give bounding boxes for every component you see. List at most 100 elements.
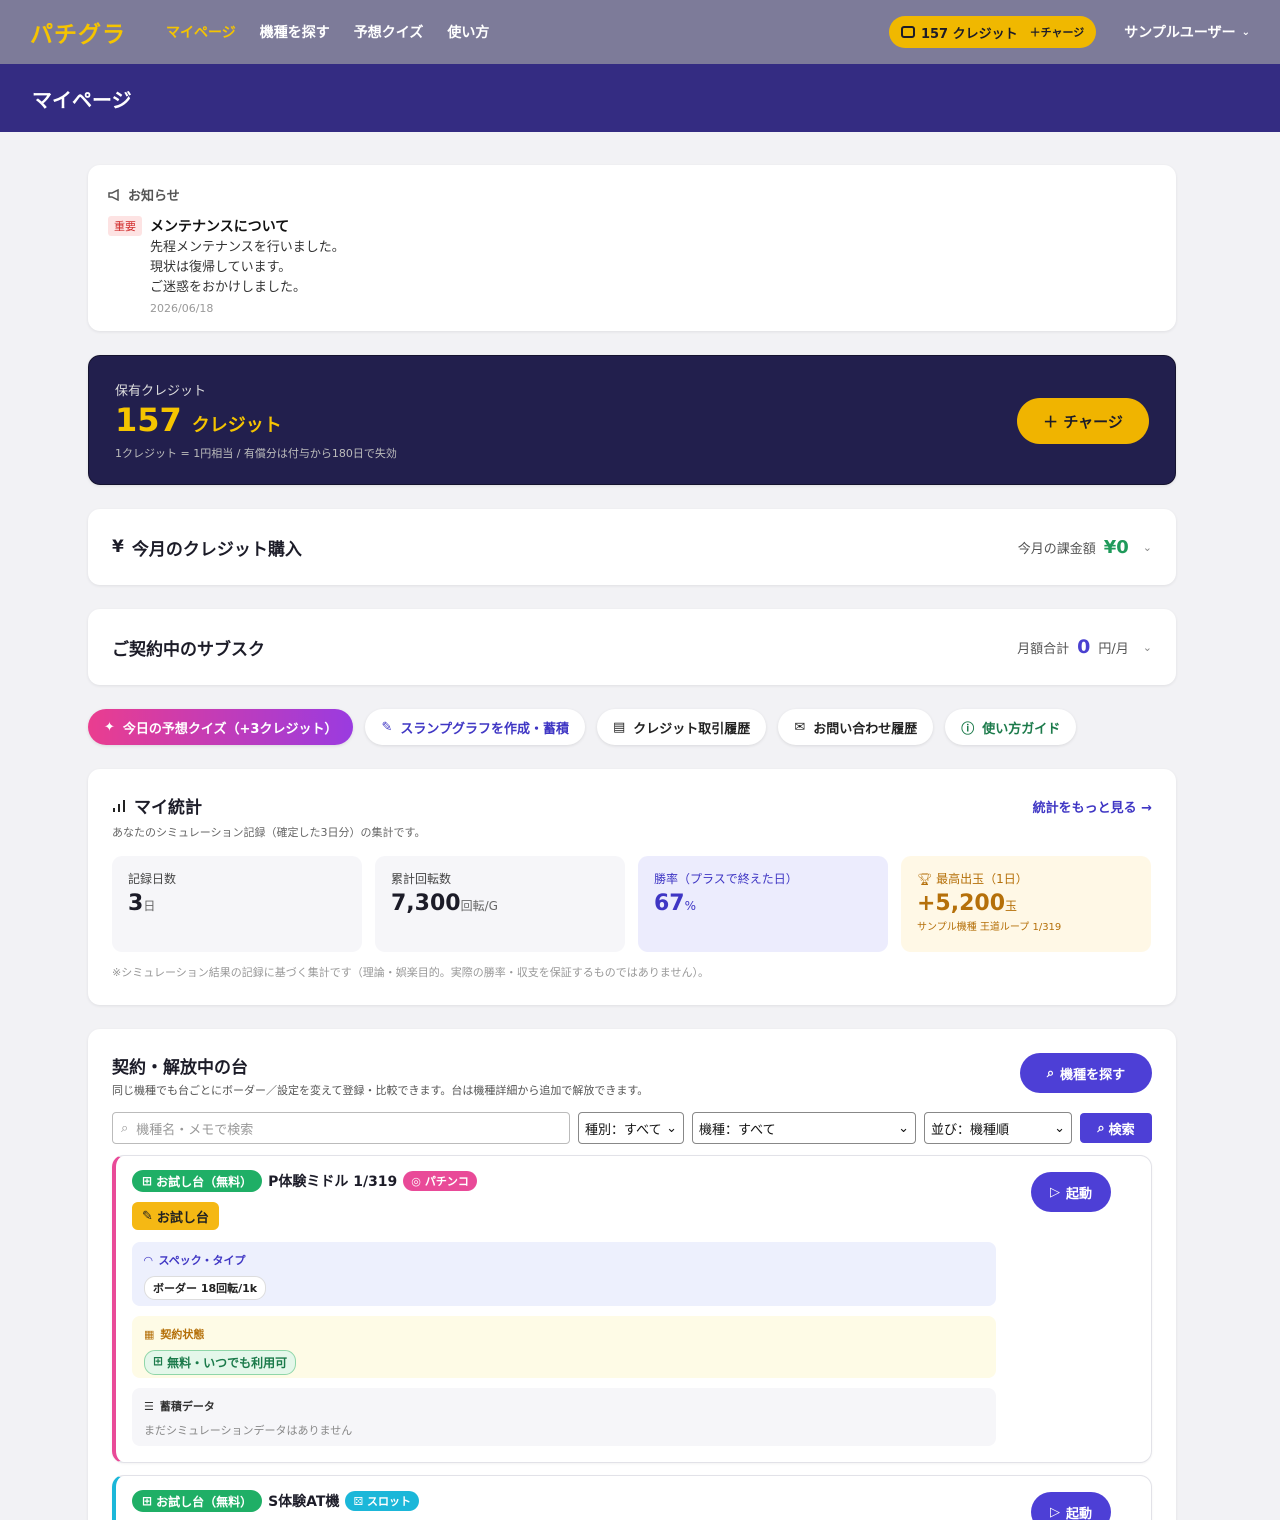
stats-title: マイ統計: [112, 793, 1152, 818]
notice-body: 先程メンテナンスを行いました。 現状は復帰しています。 ご迷惑をおかけしました。: [150, 238, 345, 298]
subscription-title: ご契約中のサブスク: [112, 639, 265, 660]
find-machines-label: 機種を探す: [1060, 1067, 1126, 1083]
credit-note: 1クレジット = 1円相当 / 有償分は付与から180日で失効: [115, 447, 397, 460]
stat-value: +5,200玉: [917, 891, 1135, 916]
type-select[interactable]: 種別：すべて ⌄: [578, 1112, 684, 1144]
stat-label: 累計回転数: [391, 872, 452, 886]
search-button[interactable]: ⌕ 検索: [1080, 1113, 1152, 1143]
notice-date: 2026/06/18: [150, 302, 214, 315]
inquiry-history-chip[interactable]: ✉ お問い合わせ履歴: [778, 709, 934, 745]
contract-value-text: 無料・いつでも利用可: [167, 1356, 288, 1370]
accum-label-text: 蓄積データ: [159, 1400, 215, 1413]
stat-value: 7,300回転/G: [391, 891, 609, 916]
nav-link-quiz[interactable]: 予想クイズ: [354, 22, 424, 42]
spec-value: ボーダー 18回転/1k: [144, 1276, 267, 1300]
search-icon: ⌕: [1046, 1065, 1055, 1081]
help-circle-icon: ⓘ: [961, 721, 975, 737]
quiz-chip[interactable]: ✦ 今日の予想クイズ（+3クレジット）: [88, 709, 354, 745]
launch-button[interactable]: ▷ 起動: [1031, 1172, 1111, 1212]
purchase-right-label: 今月の課金額: [1017, 541, 1096, 557]
nav-link-howto[interactable]: 使い方: [447, 22, 489, 42]
launch-button[interactable]: ▷ 起動: [1031, 1492, 1111, 1520]
trophy-icon: 🏆︎: [917, 872, 933, 886]
pencil-icon: ✎: [381, 719, 393, 735]
launch-label: 起動: [1065, 1506, 1092, 1520]
stat-win-rate: 勝率（プラスで終えた日） 67%: [638, 856, 888, 952]
kind-badge: ◎ パチンコ: [403, 1171, 477, 1191]
stat-value: 67%: [654, 891, 872, 916]
chevron-down-icon: ⌄: [1142, 640, 1152, 654]
accum-value: まだシミュレーションデータはありません: [144, 1424, 353, 1437]
machines-title: 契約・解放中の台: [112, 1058, 248, 1078]
wallet-icon: [900, 26, 915, 38]
machines-card: 契約・解放中の台 同じ機種でも台ごとにボーダー／設定を変えて登録・比較できます。…: [88, 1029, 1176, 1520]
nav-link-mypage[interactable]: マイページ: [166, 22, 236, 42]
gift-icon: ⊞: [142, 1174, 153, 1188]
credit-amount-value: 157: [115, 401, 182, 439]
database-icon: ☰: [144, 1399, 154, 1413]
guide-chip[interactable]: ⓘ 使い方ガイド: [945, 709, 1077, 745]
stats-title-text: マイ統計: [134, 798, 202, 818]
memo-badge[interactable]: ✎ お試し台: [132, 1202, 219, 1230]
credit-pill-charge: ＋チャージ: [1029, 26, 1085, 39]
credit-pill-amount: 157 クレジット: [920, 26, 1018, 42]
credit-history-chip-label: クレジット取引履歴: [633, 721, 751, 737]
find-machines-button[interactable]: ⌕ 機種を探す: [1020, 1053, 1152, 1093]
action-chips: ✦ 今日の予想クイズ（+3クレジット） ✎ スランプグラフを作成・蓄積 ▤ クレ…: [88, 709, 1077, 745]
stats-subtitle: あなたのシミュレーション記録（確定した3日分）の集計です。: [112, 826, 426, 839]
machine-header: ⊞ お試し台（無料） S体験AT機 ⚄ スロット: [132, 1490, 420, 1512]
notice-title: メンテナンスについて: [150, 219, 290, 235]
trial-badge-label: お試し台（無料）: [156, 1174, 253, 1189]
accum-label: ☰ 蓄積データ: [144, 1398, 984, 1414]
notice-item: 重要 メンテナンスについて 先程メンテナンスを行いました。 現状は復帰しています…: [108, 216, 1156, 315]
chevron-down-icon: ⌄: [898, 1120, 909, 1136]
model-select[interactable]: 機種：すべて ⌄: [692, 1112, 916, 1144]
my-stats-card: マイ統計 あなたのシミュレーション記録（確定した3日分）の集計です。 統計をもっ…: [88, 769, 1176, 1005]
stat-unit: 日: [143, 899, 156, 913]
quiz-chip-label: 今日の予想クイズ（+3クレジット）: [122, 721, 338, 737]
notice-header: お知らせ: [108, 185, 1156, 204]
guide-chip-label: 使い方ガイド: [982, 721, 1061, 737]
purchase-summary: 今月の課金額 ¥0 ⌄: [1018, 537, 1152, 558]
kind-badge-label: パチンコ: [424, 1175, 469, 1188]
machine-filters: ⌕ 機種名・メモで検索 種別：すべて ⌄ 機種：すべて ⌄ 並び：機種順 ⌄ ⌕…: [112, 1112, 1152, 1144]
notice-card: お知らせ 重要 メンテナンスについて 先程メンテナンスを行いました。 現状は復帰…: [88, 165, 1176, 331]
accum-panel: ☰ 蓄積データ まだシミュレーションデータはありません: [132, 1388, 996, 1446]
stat-label: 🏆︎ 最高出玉（1日）: [917, 870, 1135, 887]
calendar-icon: ▦: [144, 1327, 155, 1341]
credit-pill-button[interactable]: 157 クレジット ＋チャージ: [888, 16, 1097, 48]
monthly-purchase-card[interactable]: ¥ 今月のクレジット購入 今月の課金額 ¥0 ⌄: [88, 509, 1176, 585]
launch-label: 起動: [1065, 1186, 1092, 1202]
contract-label-text: 契約状態: [160, 1328, 205, 1341]
purchase-title-text: 今月のクレジット購入: [131, 539, 302, 560]
stat-max-payout: 🏆︎ 最高出玉（1日） +5,200玉 サンプル機種 王道ループ 1/319: [901, 856, 1151, 952]
sort-select[interactable]: 並び：機種順 ⌄: [924, 1112, 1072, 1144]
credit-history-chip[interactable]: ▤ クレジット取引履歴: [597, 709, 767, 745]
logo[interactable]: パチグラ: [30, 15, 126, 49]
nav-link-search-machines[interactable]: 機種を探す: [260, 22, 330, 42]
slump-graph-chip[interactable]: ✎ スランプグラフを作成・蓄積: [365, 709, 585, 745]
subscription-card[interactable]: ご契約中のサブスク 月額合計 0 円/月 ⌄: [88, 609, 1176, 685]
purchase-value: ¥0: [1103, 536, 1129, 558]
user-menu[interactable]: サンプルユーザー ⌄: [1124, 22, 1250, 42]
machine-name: S体験AT機: [268, 1494, 340, 1510]
stats-disclaimer: ※シミュレーション結果の記録に基づく集計です（理論・娯楽目的。実際の勝率・収支を…: [112, 966, 709, 979]
stat-label: 記録日数: [128, 872, 177, 886]
stats-more-link[interactable]: 統計をもっと見る →: [1033, 797, 1152, 816]
notice-line: 現状は復帰しています。: [150, 260, 292, 275]
machine-search-input[interactable]: ⌕ 機種名・メモで検索: [112, 1112, 570, 1144]
credit-balance-card: 保有クレジット 157 クレジット 1クレジット = 1円相当 / 有償分は付与…: [88, 355, 1176, 485]
nav-links: マイページ 機種を探す 予想クイズ 使い方: [166, 22, 489, 42]
machine-name: P体験ミドル 1/319: [268, 1174, 398, 1190]
machine-card: ⊞ お試し台（無料） S体験AT機 ⚄ スロット ▷ 起動: [112, 1475, 1152, 1520]
search-placeholder: 機種名・メモで検索: [136, 1122, 254, 1138]
stat-record-days: 記録日数 3日: [112, 856, 362, 952]
chevron-down-icon: ⌄: [1054, 1120, 1065, 1136]
stat-total-spins: 累計回転数 7,300回転/G: [375, 856, 625, 952]
play-icon: ▷: [1049, 1504, 1060, 1520]
charge-button[interactable]: ＋ チャージ: [1017, 398, 1149, 444]
credit-amount: 157 クレジット: [115, 401, 1149, 439]
yen-icon: ¥: [112, 537, 124, 557]
purchase-title: ¥ 今月のクレジット購入: [112, 535, 302, 560]
stat-label: 勝率（プラスで終えた日）: [654, 872, 798, 886]
